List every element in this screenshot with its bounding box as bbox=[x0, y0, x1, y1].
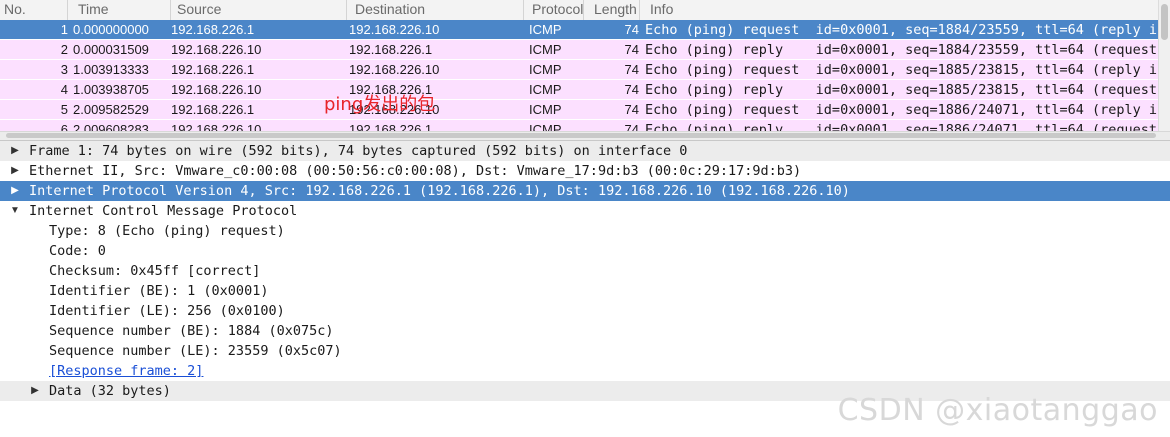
packet-length: 74 bbox=[624, 102, 639, 117]
packet-list-horizontal-scrollbar[interactable] bbox=[0, 131, 1170, 140]
tree-item-icmp[interactable]: ▼ Internet Control Message Protocol bbox=[0, 201, 1170, 221]
packet-row-selected[interactable]: 1 0.000000000 192.168.226.1 192.168.226.… bbox=[0, 20, 1158, 40]
packet-no: 4 bbox=[60, 82, 68, 97]
tree-item-ethernet[interactable]: ▶ Ethernet II, Src: Vmware_c0:00:08 (00:… bbox=[0, 161, 1170, 181]
packet-info: Echo (ping) reply id=0x0001, seq=1886/24… bbox=[645, 122, 1158, 131]
tree-item-label: Sequence number (LE): 23559 (0x5c07) bbox=[49, 343, 342, 359]
response-frame-link[interactable]: [Response frame: 2] bbox=[49, 361, 203, 381]
column-header-info[interactable]: Info bbox=[640, 0, 1158, 20]
column-header-length[interactable]: Length bbox=[584, 0, 640, 20]
packet-protocol: ICMP bbox=[529, 22, 562, 37]
tree-item-identifier-le[interactable]: Identifier (LE): 256 (0x0100) bbox=[0, 301, 1170, 321]
packet-protocol: ICMP bbox=[529, 82, 562, 97]
tree-item-seq-be[interactable]: Sequence number (BE): 1884 (0x075c) bbox=[0, 321, 1170, 341]
packet-info: Echo (ping) reply id=0x0001, seq=1884/23… bbox=[645, 42, 1158, 58]
packet-source: 192.168.226.10 bbox=[171, 122, 262, 131]
tree-item-label: Sequence number (BE): 1884 (0x075c) bbox=[49, 323, 334, 339]
packet-time: 0.000031509 bbox=[73, 42, 149, 57]
expand-arrow-icon[interactable]: ▶ bbox=[9, 141, 21, 161]
tree-item-label: Data (32 bytes) bbox=[49, 383, 171, 399]
tree-item-label: Checksum: 0x45ff [correct] bbox=[49, 263, 261, 279]
packet-row[interactable]: 6 2.009608283 192.168.226.10 192.168.226… bbox=[0, 120, 1158, 131]
packet-source: 192.168.226.1 bbox=[171, 22, 255, 37]
packet-destination: 192.168.226.1 bbox=[349, 42, 433, 57]
packet-info: Echo (ping) request id=0x0001, seq=1884/… bbox=[645, 22, 1158, 38]
tree-item-seq-le[interactable]: Sequence number (LE): 23559 (0x5c07) bbox=[0, 341, 1170, 361]
packet-no: 5 bbox=[60, 102, 68, 117]
packet-time: 0.000000000 bbox=[73, 22, 149, 37]
tree-item-icmp-code[interactable]: Code: 0 bbox=[0, 241, 1170, 261]
packet-source: 192.168.226.1 bbox=[171, 102, 255, 117]
column-header-bar: No. Time Source Destination Protocol Len… bbox=[0, 0, 1170, 21]
tree-item-label: Internet Protocol Version 4, Src: 192.16… bbox=[29, 183, 850, 199]
packet-source: 192.168.226.1 bbox=[171, 62, 255, 77]
packet-row[interactable]: 4 1.003938705 192.168.226.10 192.168.226… bbox=[0, 80, 1158, 100]
packet-destination: 192.168.226.10 bbox=[349, 62, 440, 77]
packet-time: 1.003938705 bbox=[73, 82, 149, 97]
packet-info: Echo (ping) request id=0x0001, seq=1885/… bbox=[645, 62, 1158, 78]
collapse-arrow-icon[interactable]: ▼ bbox=[9, 201, 21, 221]
packet-info: Echo (ping) request id=0x0001, seq=1886/… bbox=[645, 102, 1158, 118]
column-header-no[interactable]: No. bbox=[0, 0, 68, 20]
scrollbar-thumb[interactable] bbox=[6, 133, 1156, 138]
expand-arrow-icon[interactable]: ▶ bbox=[9, 161, 21, 181]
tree-item-label: Identifier (BE): 1 (0x0001) bbox=[49, 283, 269, 299]
scrollbar-thumb[interactable] bbox=[1161, 4, 1168, 40]
packet-length: 74 bbox=[624, 22, 639, 37]
tree-item-response-frame[interactable]: [Response frame: 2] bbox=[0, 361, 1170, 381]
column-header-time[interactable]: Time bbox=[68, 0, 171, 20]
packet-no: 2 bbox=[60, 42, 68, 57]
tree-item-label: Frame 1: 74 bytes on wire (592 bits), 74… bbox=[29, 143, 688, 159]
packet-time: 2.009608283 bbox=[73, 122, 149, 131]
annotation-label: ping发出的包 bbox=[324, 94, 436, 115]
column-header-source[interactable]: Source bbox=[171, 0, 347, 20]
tree-item-identifier-be[interactable]: Identifier (BE): 1 (0x0001) bbox=[0, 281, 1170, 301]
tree-item-label: Internet Control Message Protocol bbox=[29, 203, 298, 219]
packet-length: 74 bbox=[624, 82, 639, 97]
packet-source: 192.168.226.10 bbox=[171, 42, 262, 57]
packet-protocol: ICMP bbox=[529, 62, 562, 77]
packet-time: 2.009582529 bbox=[73, 102, 149, 117]
packet-row[interactable]: 3 1.003913333 192.168.226.1 192.168.226.… bbox=[0, 60, 1158, 80]
expand-arrow-icon[interactable]: ▶ bbox=[29, 381, 41, 401]
packet-no: 3 bbox=[60, 62, 68, 77]
packet-destination: 192.168.226.1 bbox=[349, 122, 433, 131]
packet-row[interactable]: 2 0.000031509 192.168.226.10 192.168.226… bbox=[0, 40, 1158, 60]
packet-destination: 192.168.226.10 bbox=[349, 22, 440, 37]
tree-item-label: Type: 8 (Echo (ping) request) bbox=[49, 223, 285, 239]
packet-source: 192.168.226.10 bbox=[171, 82, 262, 97]
packet-protocol: ICMP bbox=[529, 122, 562, 131]
packet-length: 74 bbox=[624, 122, 639, 131]
packet-protocol: ICMP bbox=[529, 102, 562, 117]
expand-arrow-icon[interactable]: ▶ bbox=[9, 181, 21, 201]
packet-list-vertical-scrollbar[interactable] bbox=[1158, 0, 1170, 131]
packet-time: 1.003913333 bbox=[73, 62, 149, 77]
tree-item-label: Code: 0 bbox=[49, 243, 106, 259]
tree-item-label: Ethernet II, Src: Vmware_c0:00:08 (00:50… bbox=[29, 163, 802, 179]
tree-item-ip[interactable]: ▶ Internet Protocol Version 4, Src: 192.… bbox=[0, 181, 1170, 201]
packet-protocol: ICMP bbox=[529, 42, 562, 57]
packet-length: 74 bbox=[624, 42, 639, 57]
packet-list: No. Time Source Destination Protocol Len… bbox=[0, 0, 1170, 131]
watermark: CSDN @xiaotanggao bbox=[837, 393, 1158, 428]
column-header-destination[interactable]: Destination bbox=[347, 0, 524, 20]
tree-item-frame[interactable]: ▶ Frame 1: 74 bytes on wire (592 bits), … bbox=[0, 141, 1170, 161]
packet-length: 74 bbox=[624, 62, 639, 77]
packet-row[interactable]: 5 2.009582529 192.168.226.1 192.168.226.… bbox=[0, 100, 1158, 120]
packet-no: 6 bbox=[60, 122, 68, 131]
packet-no: 1 bbox=[60, 22, 68, 37]
tree-item-label: Identifier (LE): 256 (0x0100) bbox=[49, 303, 285, 319]
column-header-protocol[interactable]: Protocol bbox=[524, 0, 584, 20]
packet-info: Echo (ping) reply id=0x0001, seq=1885/23… bbox=[645, 82, 1158, 98]
tree-item-icmp-checksum[interactable]: Checksum: 0x45ff [correct] bbox=[0, 261, 1170, 281]
tree-item-icmp-type[interactable]: Type: 8 (Echo (ping) request) bbox=[0, 221, 1170, 241]
